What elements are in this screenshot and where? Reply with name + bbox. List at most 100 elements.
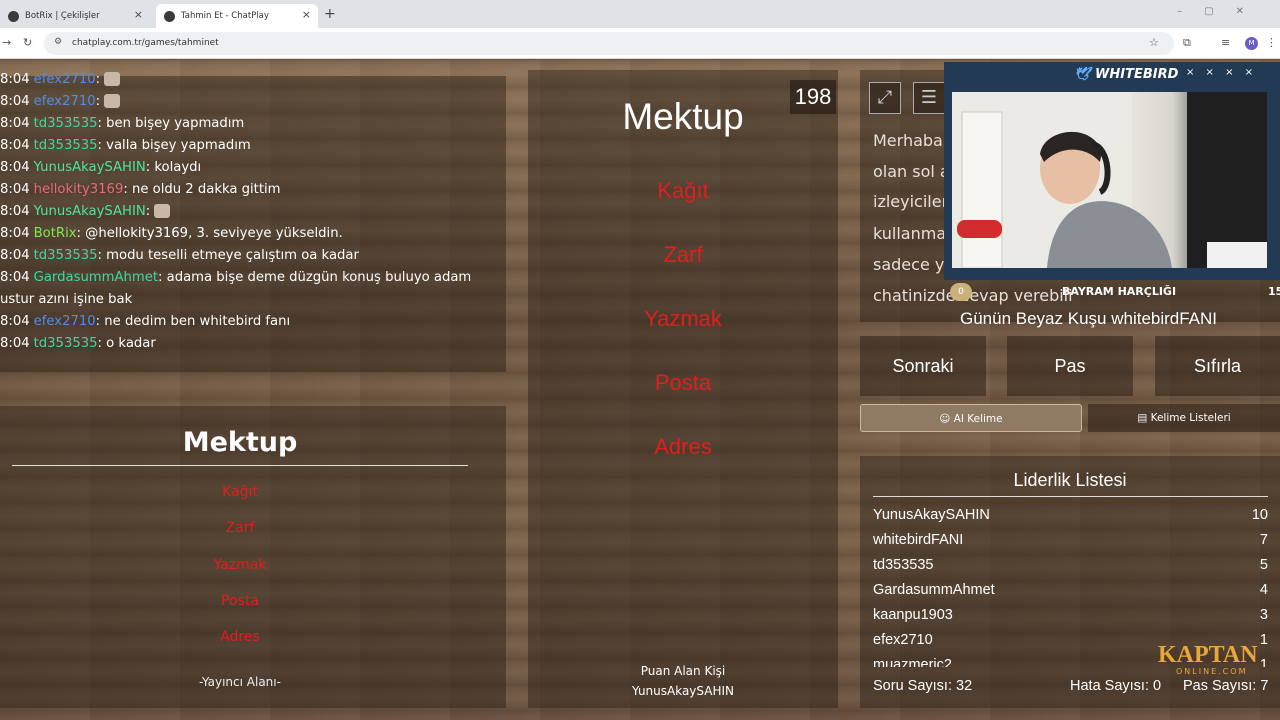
new-tab-icon[interactable]: + bbox=[324, 6, 336, 22]
reset-button[interactable]: Sıfırla bbox=[1155, 336, 1280, 396]
leaderboard-row: GardasummAhmet 4 bbox=[873, 582, 1268, 598]
ai-word-button[interactable]: ☺ AI Kelime bbox=[860, 404, 1082, 432]
chat-message: 8:04 GardasummAhmet: adama bişe deme düzg… bbox=[0, 270, 471, 285]
url-text: chatplay.com.tr/games/tahminet bbox=[72, 38, 219, 48]
leaderboard-name: td353535 bbox=[873, 557, 934, 573]
chat-username[interactable]: BotRix bbox=[34, 226, 77, 241]
info-text: olan sol a bbox=[873, 162, 950, 181]
forward-icon[interactable]: → bbox=[2, 36, 11, 49]
robot-icon: ☺ bbox=[939, 413, 954, 425]
streamer-forbidden-word: Zarf bbox=[225, 520, 255, 536]
profile-avatar[interactable]: M bbox=[1245, 37, 1258, 50]
chat-message: 8:04 hellokity3169: ne oldu 2 dakka gitti… bbox=[0, 182, 281, 197]
chat-username[interactable]: YunusAkaySAHIN bbox=[34, 160, 146, 175]
divider bbox=[12, 465, 468, 466]
leaderboard-name: YunusAkaySAHIN bbox=[873, 507, 990, 523]
pass-button[interactable]: Pas bbox=[1007, 336, 1133, 396]
streamer-word: Mektup bbox=[182, 427, 298, 458]
next-button[interactable]: Sonraki bbox=[860, 336, 986, 396]
tab-botrix[interactable]: BotRix | Çekilişler × bbox=[0, 4, 150, 28]
chat-username[interactable]: efex2710 bbox=[34, 94, 96, 109]
chat-time: 8:04 bbox=[0, 182, 30, 197]
error-count: Hata Sayısı: 0 bbox=[1070, 678, 1162, 694]
clipboard-icon: ▤ bbox=[1137, 412, 1151, 424]
leaderboard-name: GardasummAhmet bbox=[873, 582, 995, 598]
chat-text: : ne dedim ben whitebird fanı bbox=[95, 314, 291, 329]
streamer-footer: -Yayıncı Alanı- bbox=[199, 675, 281, 689]
chat-message: ustur azını işine bak bbox=[0, 292, 132, 307]
chat-username[interactable]: hellokity3169 bbox=[34, 182, 124, 197]
word-lists-button[interactable]: ▤ Kelime Listeleri bbox=[1088, 404, 1280, 432]
chat-username[interactable]: GardasummAhmet bbox=[34, 270, 158, 285]
info-text: izleyiciler bbox=[873, 192, 949, 211]
chat-time: 8:04 bbox=[0, 160, 30, 175]
tab-title: Tahmin Et - ChatPlay bbox=[181, 11, 269, 21]
overlay-decor-marks: × × × × bbox=[1186, 67, 1258, 78]
streamer-forbidden-word: Yazmak bbox=[213, 557, 267, 573]
chat-message: 8:04 td353535: ben bişey yapmadım bbox=[0, 116, 244, 131]
address-bar: → ↻ ⚙ chatplay.com.tr/games/tahminet ☆ ⧉… bbox=[0, 28, 1280, 59]
chat-time: 8:04 bbox=[0, 226, 30, 241]
chat-username[interactable]: td353535 bbox=[34, 138, 98, 153]
leaderboard-name: efex2710 bbox=[873, 632, 933, 648]
countdown-timer: 198 bbox=[790, 80, 836, 114]
leaderboard-score: 1 bbox=[1259, 657, 1268, 667]
chat-message: 8:04 efex2710: ne dedim ben whitebird fan… bbox=[0, 314, 290, 329]
chat-username[interactable]: efex2710 bbox=[34, 72, 96, 87]
chat-text: : bbox=[95, 94, 101, 109]
chat-message: 8:04 td353535: valla bişey yapmadım bbox=[0, 138, 251, 153]
close-tab-icon[interactable]: × bbox=[302, 8, 311, 21]
chat-message: 8:04 YunusAkaySAHIN: kolaydı bbox=[0, 160, 201, 175]
leaderboard-row: td353535 5 bbox=[873, 557, 1268, 573]
scorer-label: Puan Alan Kişi bbox=[640, 664, 726, 678]
tab-chatplay[interactable]: Tahmin Et - ChatPlay × bbox=[156, 4, 318, 28]
forbidden-word: Adres bbox=[654, 434, 712, 459]
word-lists-label: Kelime Listeleri bbox=[1150, 412, 1231, 424]
reload-icon[interactable]: ↻ bbox=[23, 36, 32, 49]
chat-username[interactable]: td353535 bbox=[34, 116, 98, 131]
fullscreen-icon[interactable]: ⤢ bbox=[869, 82, 901, 114]
chat-username[interactable]: efex2710 bbox=[34, 314, 96, 329]
chat-time: 8:04 bbox=[0, 116, 30, 131]
streamer-forbidden-word: Posta bbox=[221, 593, 259, 609]
overlay-number: 15 bbox=[1268, 285, 1280, 298]
leaderboard-score: 3 bbox=[1259, 607, 1268, 623]
chat-username[interactable]: td353535 bbox=[34, 336, 98, 351]
bookmark-star-icon[interactable]: ☆ bbox=[1149, 36, 1159, 49]
chat-text: : @hellokity3169, 3. seviyeye yükseldin. bbox=[76, 226, 343, 241]
chat-username[interactable]: td353535 bbox=[34, 248, 98, 263]
whitebird-logo: 🕊 WHITEBIRD bbox=[1074, 67, 1178, 82]
chat-time: 8:04 bbox=[0, 314, 30, 329]
chat-text: : modu teselli etmeye çalıştım oa kadar bbox=[97, 248, 359, 263]
divider bbox=[873, 496, 1268, 497]
forbidden-word: Yazmak bbox=[644, 306, 722, 331]
streamer-figure bbox=[952, 92, 1267, 268]
media-controls-icon[interactable]: ≡ bbox=[1221, 36, 1230, 49]
close-tab-icon[interactable]: × bbox=[134, 8, 143, 21]
scorer-name: YunusAkaySAHIN bbox=[631, 684, 734, 698]
extensions-icon[interactable]: ⧉ bbox=[1183, 36, 1191, 50]
window-controls[interactable]: –▢✕ bbox=[1177, 6, 1266, 17]
chat-text: : o kadar bbox=[97, 336, 156, 351]
leaderboard-score: 7 bbox=[1259, 532, 1268, 548]
chat-time: 8:04 bbox=[0, 94, 30, 109]
ai-word-label: AI Kelime bbox=[953, 413, 1003, 425]
botrix-favicon-icon bbox=[8, 10, 19, 22]
leaderboard-score: 5 bbox=[1259, 557, 1268, 573]
leaderboard-name: whitebirdFANI bbox=[873, 532, 964, 548]
list-icon[interactable]: ☰ bbox=[913, 82, 945, 114]
leaderboard-title: Liderlik Listesi bbox=[1013, 470, 1127, 490]
leaderboard-score: 1 bbox=[1259, 632, 1268, 648]
webcam-video bbox=[952, 92, 1267, 268]
chat-text: : adama bişe deme düzgün konuş buluyo ad… bbox=[158, 270, 472, 285]
chat-username[interactable]: YunusAkaySAHIN bbox=[34, 204, 146, 219]
leaderboard-row: kaanpu1903 3 bbox=[873, 607, 1268, 623]
menu-icon[interactable]: ⋮ bbox=[1266, 36, 1277, 49]
kaptan-logo: KAPTAN bbox=[1158, 642, 1258, 668]
chat-message: 8:04 td353535: o kadar bbox=[0, 336, 156, 351]
question-count: Soru Sayısı: 32 bbox=[873, 678, 973, 694]
leaderboard-score: 10 bbox=[1251, 507, 1268, 523]
chat-text: : ne oldu 2 dakka gittim bbox=[123, 182, 281, 197]
site-info-icon[interactable]: ⚙ bbox=[54, 37, 62, 47]
tab-title: BotRix | Çekilişler bbox=[25, 11, 100, 21]
